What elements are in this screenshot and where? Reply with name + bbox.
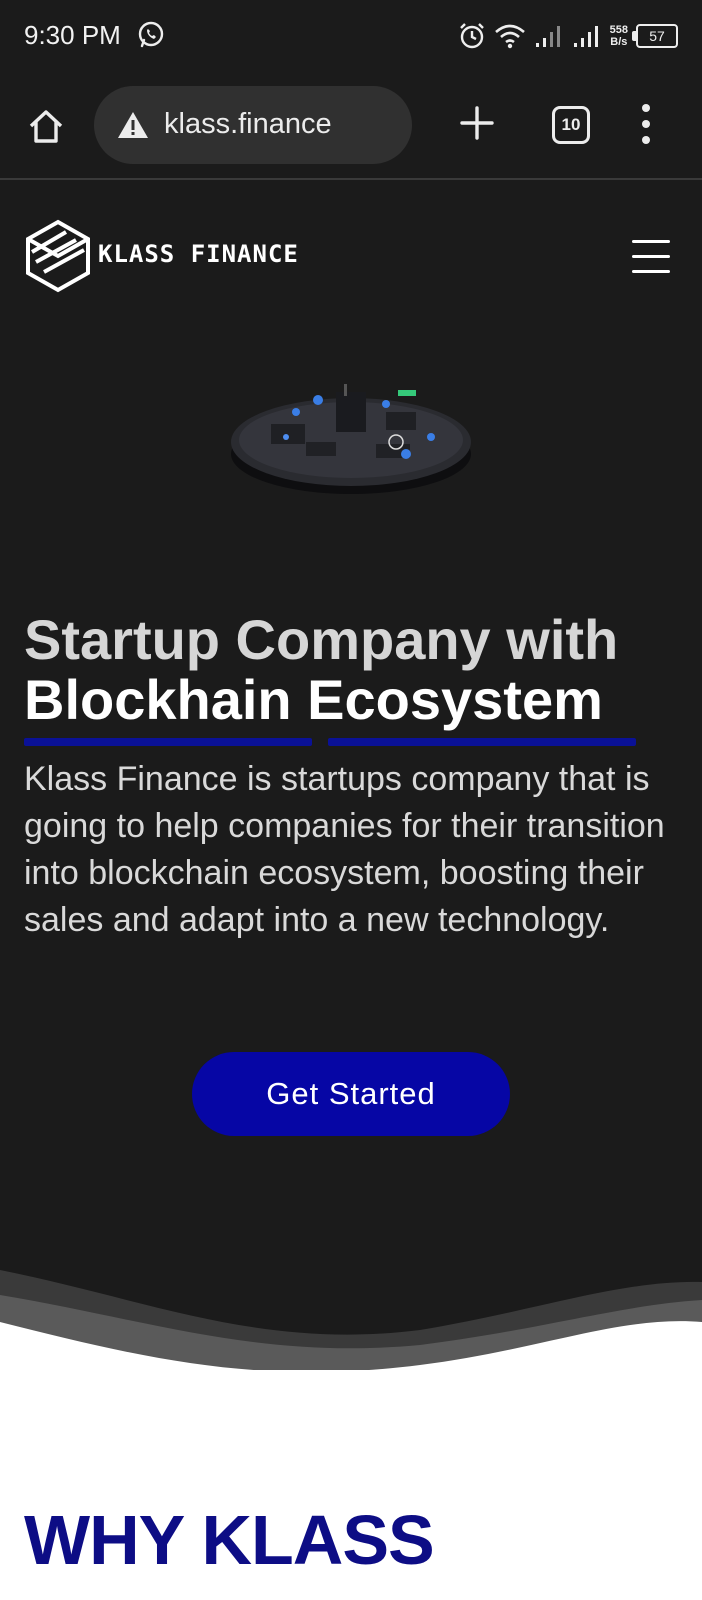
logo-icon[interactable] — [24, 218, 92, 294]
logo-text[interactable]: KLASS FINANCE — [98, 240, 299, 268]
warning-icon[interactable] — [116, 110, 150, 140]
status-time: 9:30 PM — [24, 20, 121, 50]
home-icon[interactable] — [26, 106, 66, 146]
wave-divider — [0, 1270, 702, 1380]
hero-description: Klass Finance is startups company that i… — [24, 760, 665, 939]
signal-icon — [535, 26, 560, 47]
wifi-icon — [494, 24, 525, 49]
signal-icon — [573, 26, 598, 47]
whatsapp-icon — [138, 21, 164, 48]
network-speed-unit: B/s — [610, 36, 628, 48]
hero-title-line1: Startup Company with — [24, 608, 619, 671]
hero-title-line2: Blockhain Ecosystem — [24, 668, 603, 731]
hamburger-icon[interactable] — [632, 240, 672, 274]
get-started-button[interactable]: Get Started — [192, 1052, 510, 1136]
hero-illustration — [231, 384, 471, 494]
battery-indicator: 57 — [632, 24, 678, 48]
site-header: KLASS FINANCE — [0, 182, 702, 332]
status-bar: 9:30 PM 558 B/s 57 — [0, 0, 702, 72]
status-icons: 558 B/s 57 — [458, 18, 678, 54]
network-speed-value: 558 — [609, 24, 628, 36]
network-speed: 558 B/s — [610, 24, 628, 48]
title-underline — [24, 738, 312, 746]
plus-icon[interactable] — [458, 104, 496, 142]
title-underline — [328, 738, 636, 746]
alarm-icon — [459, 23, 484, 49]
browser-toolbar: klass.finance 10 — [0, 72, 702, 180]
tabs-icon[interactable]: 10 — [552, 106, 590, 144]
more-vert-icon[interactable] — [636, 102, 656, 146]
hero-title: Startup Company with Blockhain Ecosystem — [24, 610, 694, 730]
address-bar[interactable]: klass.finance — [94, 86, 412, 164]
why-title: WHY KLASS — [24, 1501, 435, 1579]
url-text[interactable]: klass.finance — [164, 108, 332, 141]
